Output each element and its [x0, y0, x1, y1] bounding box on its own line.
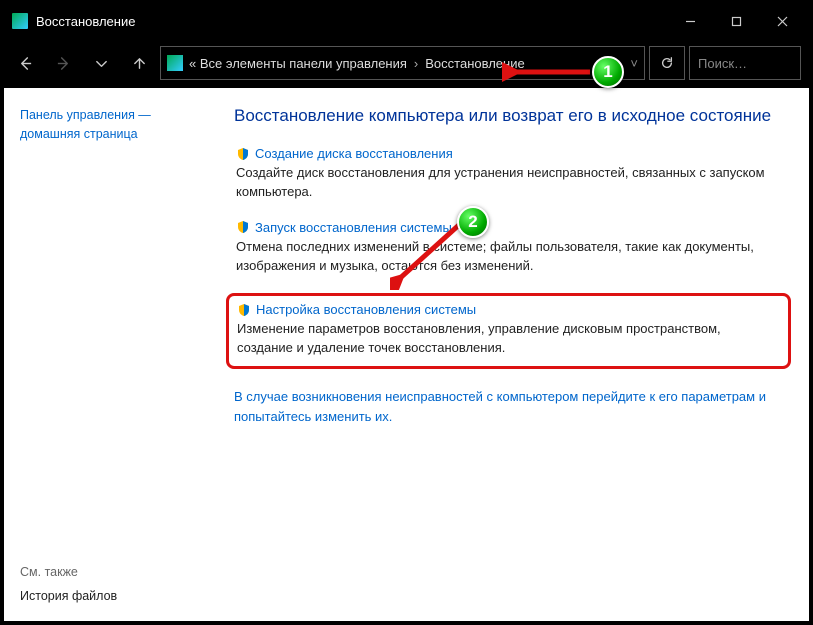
- option-start-system-restore: Запуск восстановления системы Отмена пос…: [234, 220, 787, 276]
- up-button[interactable]: [122, 46, 156, 80]
- refresh-button[interactable]: [649, 46, 685, 80]
- option-link[interactable]: Настройка восстановления системы: [256, 302, 476, 317]
- sidebar: Панель управления — домашняя страница См…: [4, 88, 224, 621]
- option-configure-system-restore: Настройка восстановления системы Изменен…: [226, 293, 791, 369]
- option-desc: Изменение параметров восстановления, упр…: [237, 320, 780, 358]
- minimize-button[interactable]: [667, 4, 713, 38]
- app-icon: [12, 13, 28, 29]
- sidebar-history-link[interactable]: История файлов: [20, 589, 208, 603]
- forward-button[interactable]: [46, 46, 80, 80]
- main-panel: Восстановление компьютера или возврат ег…: [224, 88, 809, 621]
- option-desc: Создайте диск восстановления для устране…: [236, 164, 787, 202]
- annotation-arrow-2: [390, 220, 468, 290]
- sidebar-home-link[interactable]: Панель управления — домашняя страница: [20, 106, 208, 144]
- shield-icon: [237, 303, 251, 317]
- toolbar: « Все элементы панели управления › Восст…: [4, 38, 809, 88]
- maximize-button[interactable]: [713, 4, 759, 38]
- window-title: Восстановление: [36, 14, 667, 29]
- option-desc: Отмена последних изменений в системе; фа…: [236, 238, 787, 276]
- annotation-arrow-1: [502, 60, 592, 84]
- page-heading: Восстановление компьютера или возврат ег…: [234, 106, 787, 126]
- breadcrumb-level1[interactable]: Все элементы панели управления: [200, 56, 407, 71]
- back-button[interactable]: [8, 46, 42, 80]
- chevron-right-icon: ›: [414, 56, 418, 71]
- chevron-down-icon[interactable]: ˅: [630, 56, 638, 71]
- search-placeholder: Поиск…: [698, 56, 747, 71]
- see-also-label: См. также: [20, 565, 208, 579]
- shield-icon: [236, 147, 250, 161]
- search-input[interactable]: Поиск…: [689, 46, 801, 80]
- titlebar: Восстановление: [4, 4, 809, 38]
- content-area: Панель управления — домашняя страница См…: [4, 88, 809, 621]
- annotation-badge-1: 1: [592, 56, 624, 88]
- recent-dropdown[interactable]: [84, 46, 118, 80]
- cpl-icon: [167, 55, 183, 71]
- close-button[interactable]: [759, 4, 805, 38]
- shield-icon: [236, 220, 250, 234]
- breadcrumb-prefix: «: [189, 56, 196, 71]
- annotation-badge-2: 2: [457, 206, 489, 238]
- option-link[interactable]: Создание диска восстановления: [255, 146, 453, 161]
- troubleshoot-link[interactable]: В случае возникновения неисправностей с …: [234, 387, 787, 426]
- option-create-recovery-drive: Создание диска восстановления Создайте д…: [234, 146, 787, 202]
